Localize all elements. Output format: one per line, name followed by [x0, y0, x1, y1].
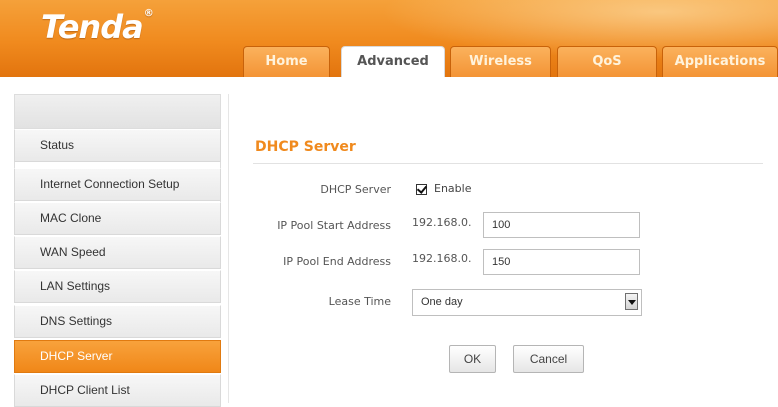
pool-end-input[interactable]: 150 [483, 249, 640, 275]
lease-time-value: One day [421, 296, 463, 308]
sidebar-item-label: Status [40, 138, 75, 152]
registered-mark: ® [143, 8, 154, 19]
sidebar-item-dhcp-server[interactable]: DHCP Server [14, 340, 221, 373]
pool-end-label: IP Pool End Address [283, 255, 391, 268]
tab-home[interactable]: Home [243, 46, 330, 77]
sidebar-header [14, 94, 221, 129]
sidebar-item-label: WAN Speed [40, 245, 106, 259]
sidebar-item-wan-speed[interactable]: WAN Speed [14, 236, 221, 269]
sidebar-item-label: DHCP Client List [40, 383, 130, 397]
dhcp-server-label: DHCP Server [320, 183, 391, 196]
lease-time-label: Lease Time [328, 295, 391, 308]
tab-applications[interactable]: Applications [662, 46, 778, 77]
dhcp-enable-checkbox[interactable] [416, 184, 427, 195]
sidebar-item-dhcp-client-list[interactable]: DHCP Client List [14, 374, 221, 407]
tab-home-label: Home [265, 54, 308, 69]
tab-qos[interactable]: QoS [557, 46, 657, 77]
sidebar-item-label: LAN Settings [40, 279, 111, 293]
lease-time-select[interactable]: One day [412, 289, 642, 316]
sidebar-item-label: MAC Clone [40, 211, 102, 225]
pool-start-input[interactable]: 100 [483, 212, 640, 238]
sidebar-item-dns-settings[interactable]: DNS Settings [14, 305, 221, 338]
tab-advanced[interactable]: Advanced [341, 46, 445, 77]
tenda-logo: Tenda® [41, 8, 154, 46]
title-divider [253, 163, 763, 164]
tab-applications-label: Applications [674, 54, 766, 69]
tab-wireless[interactable]: Wireless [450, 46, 551, 77]
chevron-down-icon[interactable] [625, 293, 638, 310]
pool-end-prefix: 192.168.0. [412, 252, 472, 265]
pool-start-label: IP Pool Start Address [277, 219, 391, 232]
nav-underline-strip [0, 77, 778, 94]
sidebar-item-label: DHCP Server [40, 349, 113, 363]
sidebar-item-mac-clone[interactable]: MAC Clone [14, 202, 221, 235]
sidebar-item-internet-connection-setup[interactable]: Internet Connection Setup [14, 168, 221, 201]
logo-text: Tenda [41, 8, 144, 46]
pool-start-prefix: 192.168.0. [412, 216, 472, 229]
sidebar: Status Internet Connection Setup MAC Clo… [14, 94, 221, 407]
cancel-button[interactable]: Cancel [513, 345, 584, 373]
sidebar-item-label: DNS Settings [40, 314, 113, 328]
sidebar-item-lan-settings[interactable]: LAN Settings [14, 270, 221, 303]
dhcp-enable-label: Enable [434, 182, 472, 195]
content-panel: DHCP Server DHCP Server Enable IP Pool S… [228, 94, 778, 403]
page-title: DHCP Server [255, 139, 356, 155]
sidebar-item-label: Internet Connection Setup [40, 177, 180, 191]
sidebar-item-status[interactable]: Status [14, 129, 221, 162]
tab-wireless-label: Wireless [469, 54, 532, 69]
ok-button[interactable]: OK [449, 345, 496, 373]
header-bar: Tenda® Home Advanced Wireless QoS Applic… [0, 0, 778, 77]
tab-advanced-label: Advanced [357, 54, 429, 69]
tab-qos-label: QoS [592, 54, 622, 69]
